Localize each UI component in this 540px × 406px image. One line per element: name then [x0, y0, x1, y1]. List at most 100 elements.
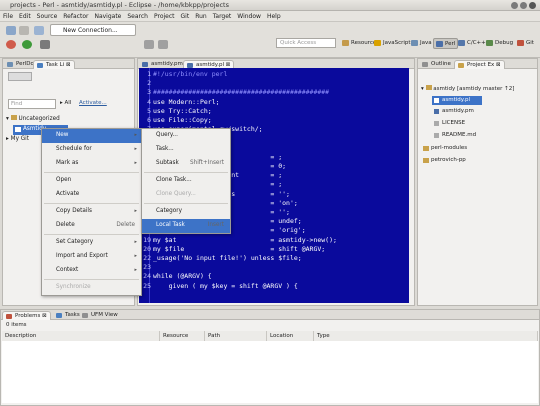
menu-source[interactable]: Source	[34, 11, 61, 20]
context-menu-item-new[interactable]: New ▸	[42, 129, 141, 143]
debug-icon[interactable]	[6, 40, 16, 49]
perspective-label: Java	[420, 40, 432, 46]
context-menu-item-synchronize: Synchronize	[42, 281, 141, 295]
perspective-java[interactable]: Java	[409, 38, 434, 49]
quick-access-input[interactable]: Quick Access	[276, 38, 336, 48]
activate-link[interactable]: Activate...	[79, 100, 107, 106]
submenu-arrow-icon: ▸	[134, 253, 137, 259]
tab-problems[interactable]: Problems ⊠	[2, 311, 51, 320]
tab-ufm-view[interactable]: UFM View	[79, 311, 121, 320]
code-line: my $file = shift @ARGV;	[153, 244, 326, 253]
column-location[interactable]: Location	[267, 331, 314, 341]
perspective-perl[interactable]: Perl	[433, 38, 459, 49]
context-menu-item-schedule-for[interactable]: Schedule for ▸	[42, 143, 141, 157]
menu-target[interactable]: Target	[210, 11, 235, 20]
column-path[interactable]: Path	[205, 331, 267, 341]
menu-refactor[interactable]: Refactor	[60, 11, 91, 20]
menu-item-label: Query...	[156, 132, 178, 138]
menu-item-icon	[146, 223, 152, 229]
new-task-button[interactable]	[8, 72, 32, 81]
file-readme[interactable]: README.md	[432, 132, 476, 138]
menu-item-icon	[46, 268, 52, 274]
run-icon[interactable]	[22, 40, 32, 49]
menu-item-label: Clone Query...	[156, 191, 196, 197]
menu-run[interactable]: Run	[192, 11, 210, 20]
menu-git[interactable]: Git	[178, 11, 193, 20]
tab-perldoc[interactable]: PerlDo	[4, 60, 37, 69]
column-description[interactable]: Description	[2, 331, 160, 341]
file-label: LICENSE	[442, 120, 466, 126]
column-type[interactable]: Type	[314, 331, 538, 341]
project-root[interactable]: ▾ asmtidy [asmtidy master ↑2]	[421, 85, 514, 92]
items-count: 0 items	[6, 322, 27, 328]
context-menu-item-delete[interactable]: Delete Delete	[42, 219, 141, 233]
menu-item-icon	[46, 161, 52, 167]
tab-label: Tasks	[65, 312, 80, 318]
perspective-javascript[interactable]: JavaScript	[372, 38, 413, 49]
back-icon[interactable]	[144, 40, 154, 49]
maximize-button[interactable]	[520, 2, 527, 9]
context-menu-item-activate[interactable]: Activate	[42, 188, 141, 202]
new-submenu-item-subtask[interactable]: Subtask Shift+Insert	[142, 157, 230, 171]
file-license[interactable]: LICENSE	[432, 120, 465, 126]
tab-label: Task Li	[46, 62, 65, 68]
menu-window[interactable]: Window	[234, 11, 264, 20]
category-mygit[interactable]: ▸ My Git	[6, 136, 29, 142]
tab-outline[interactable]: Outline	[419, 60, 454, 69]
category-label: My Git	[10, 136, 29, 142]
context-menu-item-open[interactable]: Open	[42, 174, 141, 188]
context-menu-item-context[interactable]: Context ▸	[42, 264, 141, 278]
close-button[interactable]	[529, 2, 536, 9]
code-line: use Try::Catch;	[153, 106, 212, 115]
new-submenu-item-query[interactable]: Query...	[142, 129, 230, 143]
menu-project[interactable]: Project	[151, 11, 178, 20]
line-number: 5	[147, 106, 151, 115]
tab-project-explorer[interactable]: Project Ex ⊠	[454, 60, 505, 69]
code-line: while (@ARGV) {	[153, 272, 212, 281]
context-menu-item-copy-details[interactable]: Copy Details ▸	[42, 205, 141, 219]
perspective-git[interactable]: Git	[515, 38, 536, 49]
project-perl-modules[interactable]: perl-modules	[421, 145, 467, 151]
perl-file-icon	[434, 98, 439, 103]
new-submenu-item-local-task[interactable]: Local Task Insert	[142, 219, 230, 233]
new-submenu-item-task[interactable]: Task...	[142, 143, 230, 157]
save-icon[interactable]	[19, 26, 29, 35]
menu-bar: File Edit Source Refactor Navigate Search Proj…	[0, 11, 540, 22]
external-tools-icon[interactable]	[40, 40, 50, 49]
new-icon[interactable]	[6, 26, 16, 35]
menu-edit[interactable]: Edit	[16, 11, 34, 20]
forward-icon[interactable]	[158, 40, 168, 49]
code-line: _usage('No input file!') unless $file;	[153, 254, 302, 262]
context-menu-item-import-and-export[interactable]: Import and Export ▸	[42, 250, 141, 264]
menu-item-icon	[46, 285, 52, 291]
menu-help[interactable]: Help	[264, 11, 284, 20]
project-explorer-icon	[458, 63, 464, 68]
new-submenu-item-category[interactable]: Category	[142, 205, 230, 219]
context-menu-item-mark-as[interactable]: Mark as ▸	[42, 157, 141, 171]
file-asmtidy-pl[interactable]: asmtidy.pl	[432, 96, 482, 105]
menu-item-label: Context	[56, 267, 79, 273]
find-input[interactable]: Find	[8, 99, 56, 109]
terminal-icon[interactable]	[34, 26, 44, 35]
menu-item-label: New	[56, 132, 69, 138]
menu-file[interactable]: File	[0, 11, 16, 20]
menu-item-label: Category	[156, 208, 182, 214]
tab-task-list[interactable]: Task Li ⊠	[33, 60, 75, 69]
context-menu-item-set-category[interactable]: Set Category ▸	[42, 236, 141, 250]
new-connection-combo[interactable]: New Connection...	[50, 24, 136, 36]
column-resource[interactable]: Resource	[160, 331, 205, 341]
file-asmtidy-pm[interactable]: asmtidy.pm	[432, 108, 474, 114]
menu-navigate[interactable]: Navigate	[91, 11, 124, 20]
perspective-debug[interactable]: Debug	[484, 38, 515, 49]
line-number: 1	[147, 70, 151, 78]
menu-search[interactable]: Search	[124, 11, 151, 20]
minimize-button[interactable]	[511, 2, 518, 9]
menu-item-label: Local Task	[156, 222, 185, 228]
all-filter[interactable]: ▸ All	[60, 100, 71, 106]
new-submenu-item-clone-task[interactable]: Clone Task...	[142, 174, 230, 188]
category-uncategorized[interactable]: ▾ Uncategorized	[6, 115, 60, 122]
project-petrovich-pp[interactable]: petrovich-pp	[421, 157, 466, 163]
submenu-arrow-icon: ▸	[134, 146, 137, 152]
menu-separator	[44, 279, 139, 280]
perspective-cpp[interactable]: C/C++	[456, 38, 488, 49]
